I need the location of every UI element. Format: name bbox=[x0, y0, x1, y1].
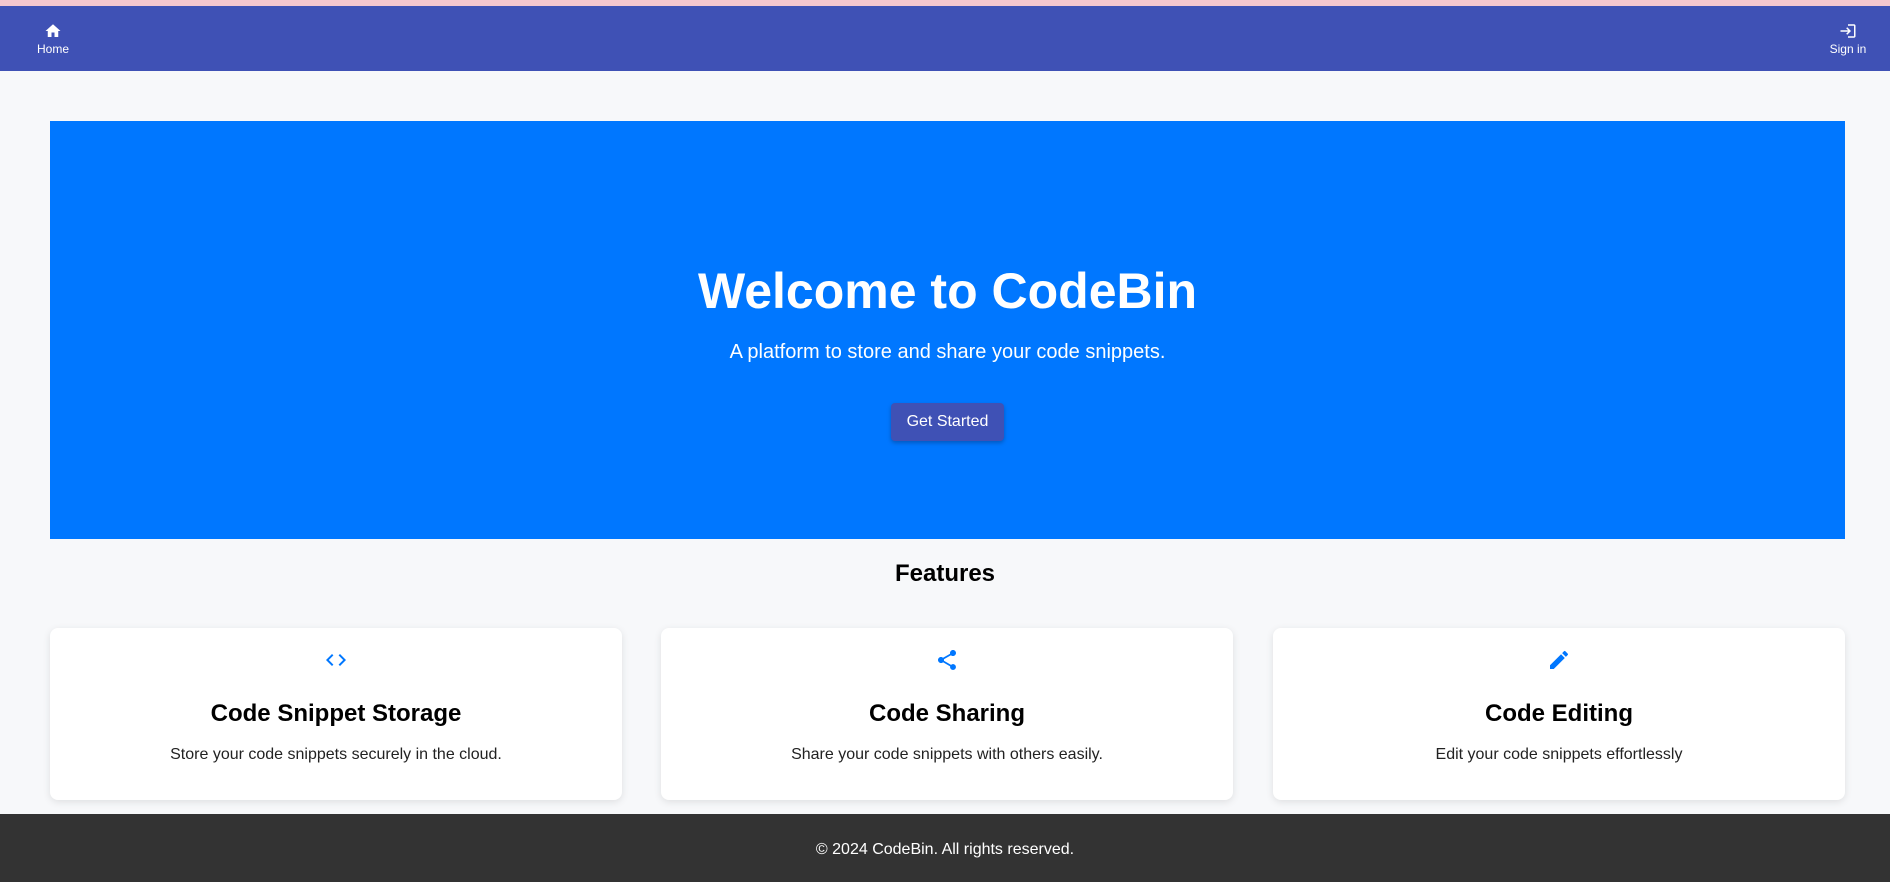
top-navbar: Home Sign in bbox=[0, 6, 1890, 71]
nav-home-button[interactable]: Home bbox=[28, 6, 78, 71]
nav-signin-button[interactable]: Sign in bbox=[1816, 6, 1880, 71]
feature-card-storage: Code Snippet Storage Store your code sni… bbox=[50, 628, 622, 800]
hero-banner: Welcome to CodeBin A platform to store a… bbox=[50, 121, 1845, 539]
share-icon bbox=[661, 648, 1233, 672]
hero-subtitle: A platform to store and share your code … bbox=[729, 341, 1166, 363]
feature-card-title: Code Editing bbox=[1485, 700, 1633, 727]
feature-card-description: Share your code snippets with others eas… bbox=[791, 746, 1103, 763]
nav-home-label: Home bbox=[36, 41, 69, 56]
pencil-icon bbox=[1273, 648, 1845, 672]
feature-card-title: Code Snippet Storage bbox=[210, 700, 462, 727]
feature-card-description: Store your code snippets securely in the… bbox=[170, 746, 502, 763]
page-footer: © 2024 CodeBin. All rights reserved. bbox=[0, 814, 1890, 882]
code-icon bbox=[50, 648, 622, 672]
login-icon bbox=[1839, 22, 1857, 40]
feature-card-title: Code Sharing bbox=[868, 700, 1025, 727]
home-icon bbox=[44, 22, 62, 40]
feature-card-sharing: Code Sharing Share your code snippets wi… bbox=[661, 628, 1233, 800]
hero-title: Welcome to CodeBin bbox=[697, 263, 1198, 319]
feature-card-editing: Code Editing Edit your code snippets eff… bbox=[1273, 628, 1845, 800]
footer-copyright: © 2024 CodeBin. All rights reserved. bbox=[815, 841, 1075, 858]
feature-card-description: Edit your code snippets effortlessly bbox=[1435, 746, 1683, 763]
nav-signin-label: Sign in bbox=[1829, 41, 1867, 56]
get-started-button[interactable]: Get Started bbox=[891, 403, 1004, 441]
features-heading: Features bbox=[894, 560, 996, 587]
